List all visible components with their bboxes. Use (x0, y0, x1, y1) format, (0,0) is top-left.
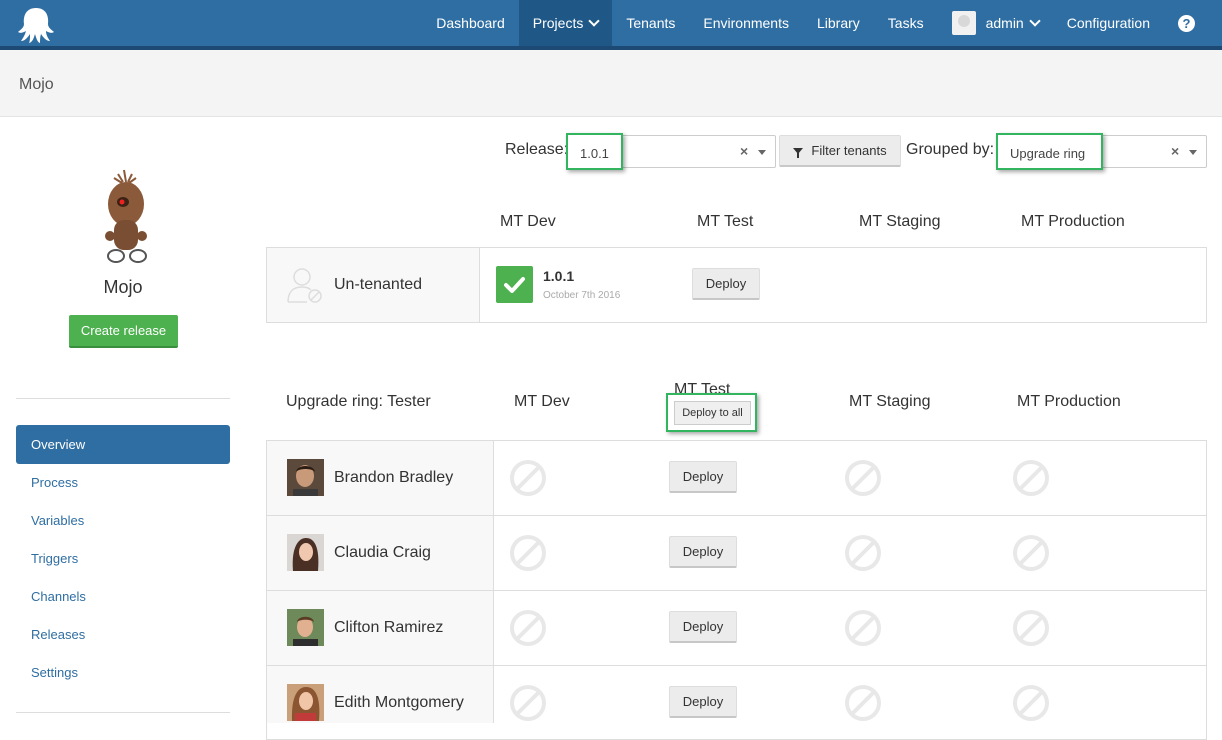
sidebar-divider (16, 712, 230, 713)
help-icon: ? (1178, 14, 1195, 32)
tenant-name[interactable]: Clifton Ramirez (334, 619, 443, 637)
nav-projects-label: Projects (532, 15, 584, 31)
not-available-icon (845, 610, 881, 646)
nav-projects[interactable]: Projects (518, 0, 613, 46)
deploy-button[interactable]: Deploy (669, 536, 737, 568)
untenanted-label: Un-tenanted (334, 276, 423, 293)
create-release-button[interactable]: Create release (69, 315, 178, 348)
check-icon (504, 277, 525, 293)
tenant-avatar (287, 459, 324, 496)
env-header-mt-test: MT Test (697, 213, 754, 230)
nav-help[interactable]: ? (1164, 0, 1222, 46)
deploy-button[interactable]: Deploy (669, 686, 737, 718)
deploy-to-all-button[interactable]: Deploy to all (674, 401, 751, 425)
cell-divider (479, 248, 480, 322)
sidebar-item-overview[interactable]: Overview (16, 425, 230, 464)
nav-tasks[interactable]: Tasks (874, 0, 938, 46)
deploy-button[interactable]: Deploy (669, 611, 737, 643)
tenant-avatar (287, 684, 324, 721)
not-available-icon (845, 685, 881, 721)
grouped-by-value: Upgrade ring (1010, 146, 1086, 161)
page-header: Mojo (0, 50, 1222, 117)
filter-tenants-label: Filter tenants (811, 143, 887, 158)
top-navbar: Dashboard Projects Tenants Environments … (0, 0, 1222, 50)
deployed-release-version[interactable]: 1.0.1 (543, 268, 574, 284)
octopus-logo-icon[interactable] (16, 6, 56, 44)
deploy-button[interactable]: Deploy (669, 461, 737, 493)
not-available-icon (510, 610, 546, 646)
tenant-avatar (287, 609, 324, 646)
project-logo (105, 169, 147, 263)
chevron-down-icon (588, 14, 601, 27)
deploy-button[interactable]: Deploy (692, 268, 760, 300)
not-available-icon (510, 685, 546, 721)
sidebar-item-releases[interactable]: Releases (16, 616, 230, 654)
sidebar-item-variables[interactable]: Variables (16, 502, 230, 540)
user-avatar (951, 11, 976, 35)
project-name: Mojo (103, 277, 143, 297)
caret-down-icon (758, 150, 766, 155)
not-available-icon (510, 460, 546, 496)
chevron-down-icon (1029, 14, 1041, 27)
env-header-mt-staging: MT Staging (849, 393, 931, 410)
sidebar-divider (16, 398, 230, 399)
not-available-icon (1013, 610, 1049, 646)
not-available-icon (845, 460, 881, 496)
not-available-icon (845, 535, 881, 571)
sidebar-item-channels[interactable]: Channels (16, 578, 230, 616)
row-divider (267, 590, 1206, 591)
nav-tenants[interactable]: Tenants (612, 0, 689, 46)
not-available-icon (1013, 685, 1049, 721)
env-header-mt-production: MT Production (1017, 393, 1121, 410)
grouped-by-label: Grouped by: (906, 141, 995, 158)
release-value-highlight: 1.0.1 (566, 133, 623, 170)
filter-tenants-button[interactable]: Filter tenants (779, 135, 901, 167)
page-title: Mojo (19, 76, 54, 93)
tenant-avatar (287, 534, 324, 571)
release-label: Release: (505, 141, 569, 158)
row-divider (267, 665, 1206, 666)
not-available-icon (510, 535, 546, 571)
tenant-name[interactable]: Edith Montgomery (334, 694, 464, 712)
tenant-name[interactable]: Brandon Bradley (334, 469, 453, 487)
sidebar-item-process[interactable]: Process (16, 464, 230, 502)
project-sidebar-nav: Overview Process Variables Triggers Chan… (16, 425, 230, 692)
group-title: Upgrade ring: Tester (286, 393, 431, 410)
nav-user-menu[interactable]: admin (938, 0, 1053, 46)
sidebar-item-triggers[interactable]: Triggers (16, 540, 230, 578)
env-header-mt-staging: MT Staging (859, 213, 941, 230)
nav-library[interactable]: Library (803, 0, 874, 46)
success-status (496, 266, 533, 303)
no-tenant-icon (287, 268, 322, 303)
env-header-mt-dev: MT Dev (500, 213, 556, 230)
release-value: 1.0.1 (580, 146, 609, 161)
user-name: admin (985, 15, 1024, 31)
clear-icon[interactable]: × (740, 143, 748, 159)
nav-configuration[interactable]: Configuration (1053, 0, 1164, 46)
clear-icon[interactable]: × (1171, 143, 1179, 159)
row-divider (267, 515, 1206, 516)
sidebar-item-settings[interactable]: Settings (16, 654, 230, 692)
tenant-name[interactable]: Claudia Craig (334, 544, 431, 562)
not-available-icon (1013, 535, 1049, 571)
nav-environments[interactable]: Environments (689, 0, 803, 46)
nav-dashboard[interactable]: Dashboard (422, 0, 519, 46)
deployed-release-date: October 7th 2016 (543, 290, 621, 301)
caret-down-icon (1189, 150, 1197, 155)
cell-divider (493, 441, 494, 723)
env-header-mt-production: MT Production (1021, 213, 1125, 230)
not-available-icon (1013, 460, 1049, 496)
filter-icon (793, 147, 804, 158)
env-header-mt-dev: MT Dev (514, 393, 570, 410)
grouped-by-value-highlight: Upgrade ring (996, 133, 1103, 170)
